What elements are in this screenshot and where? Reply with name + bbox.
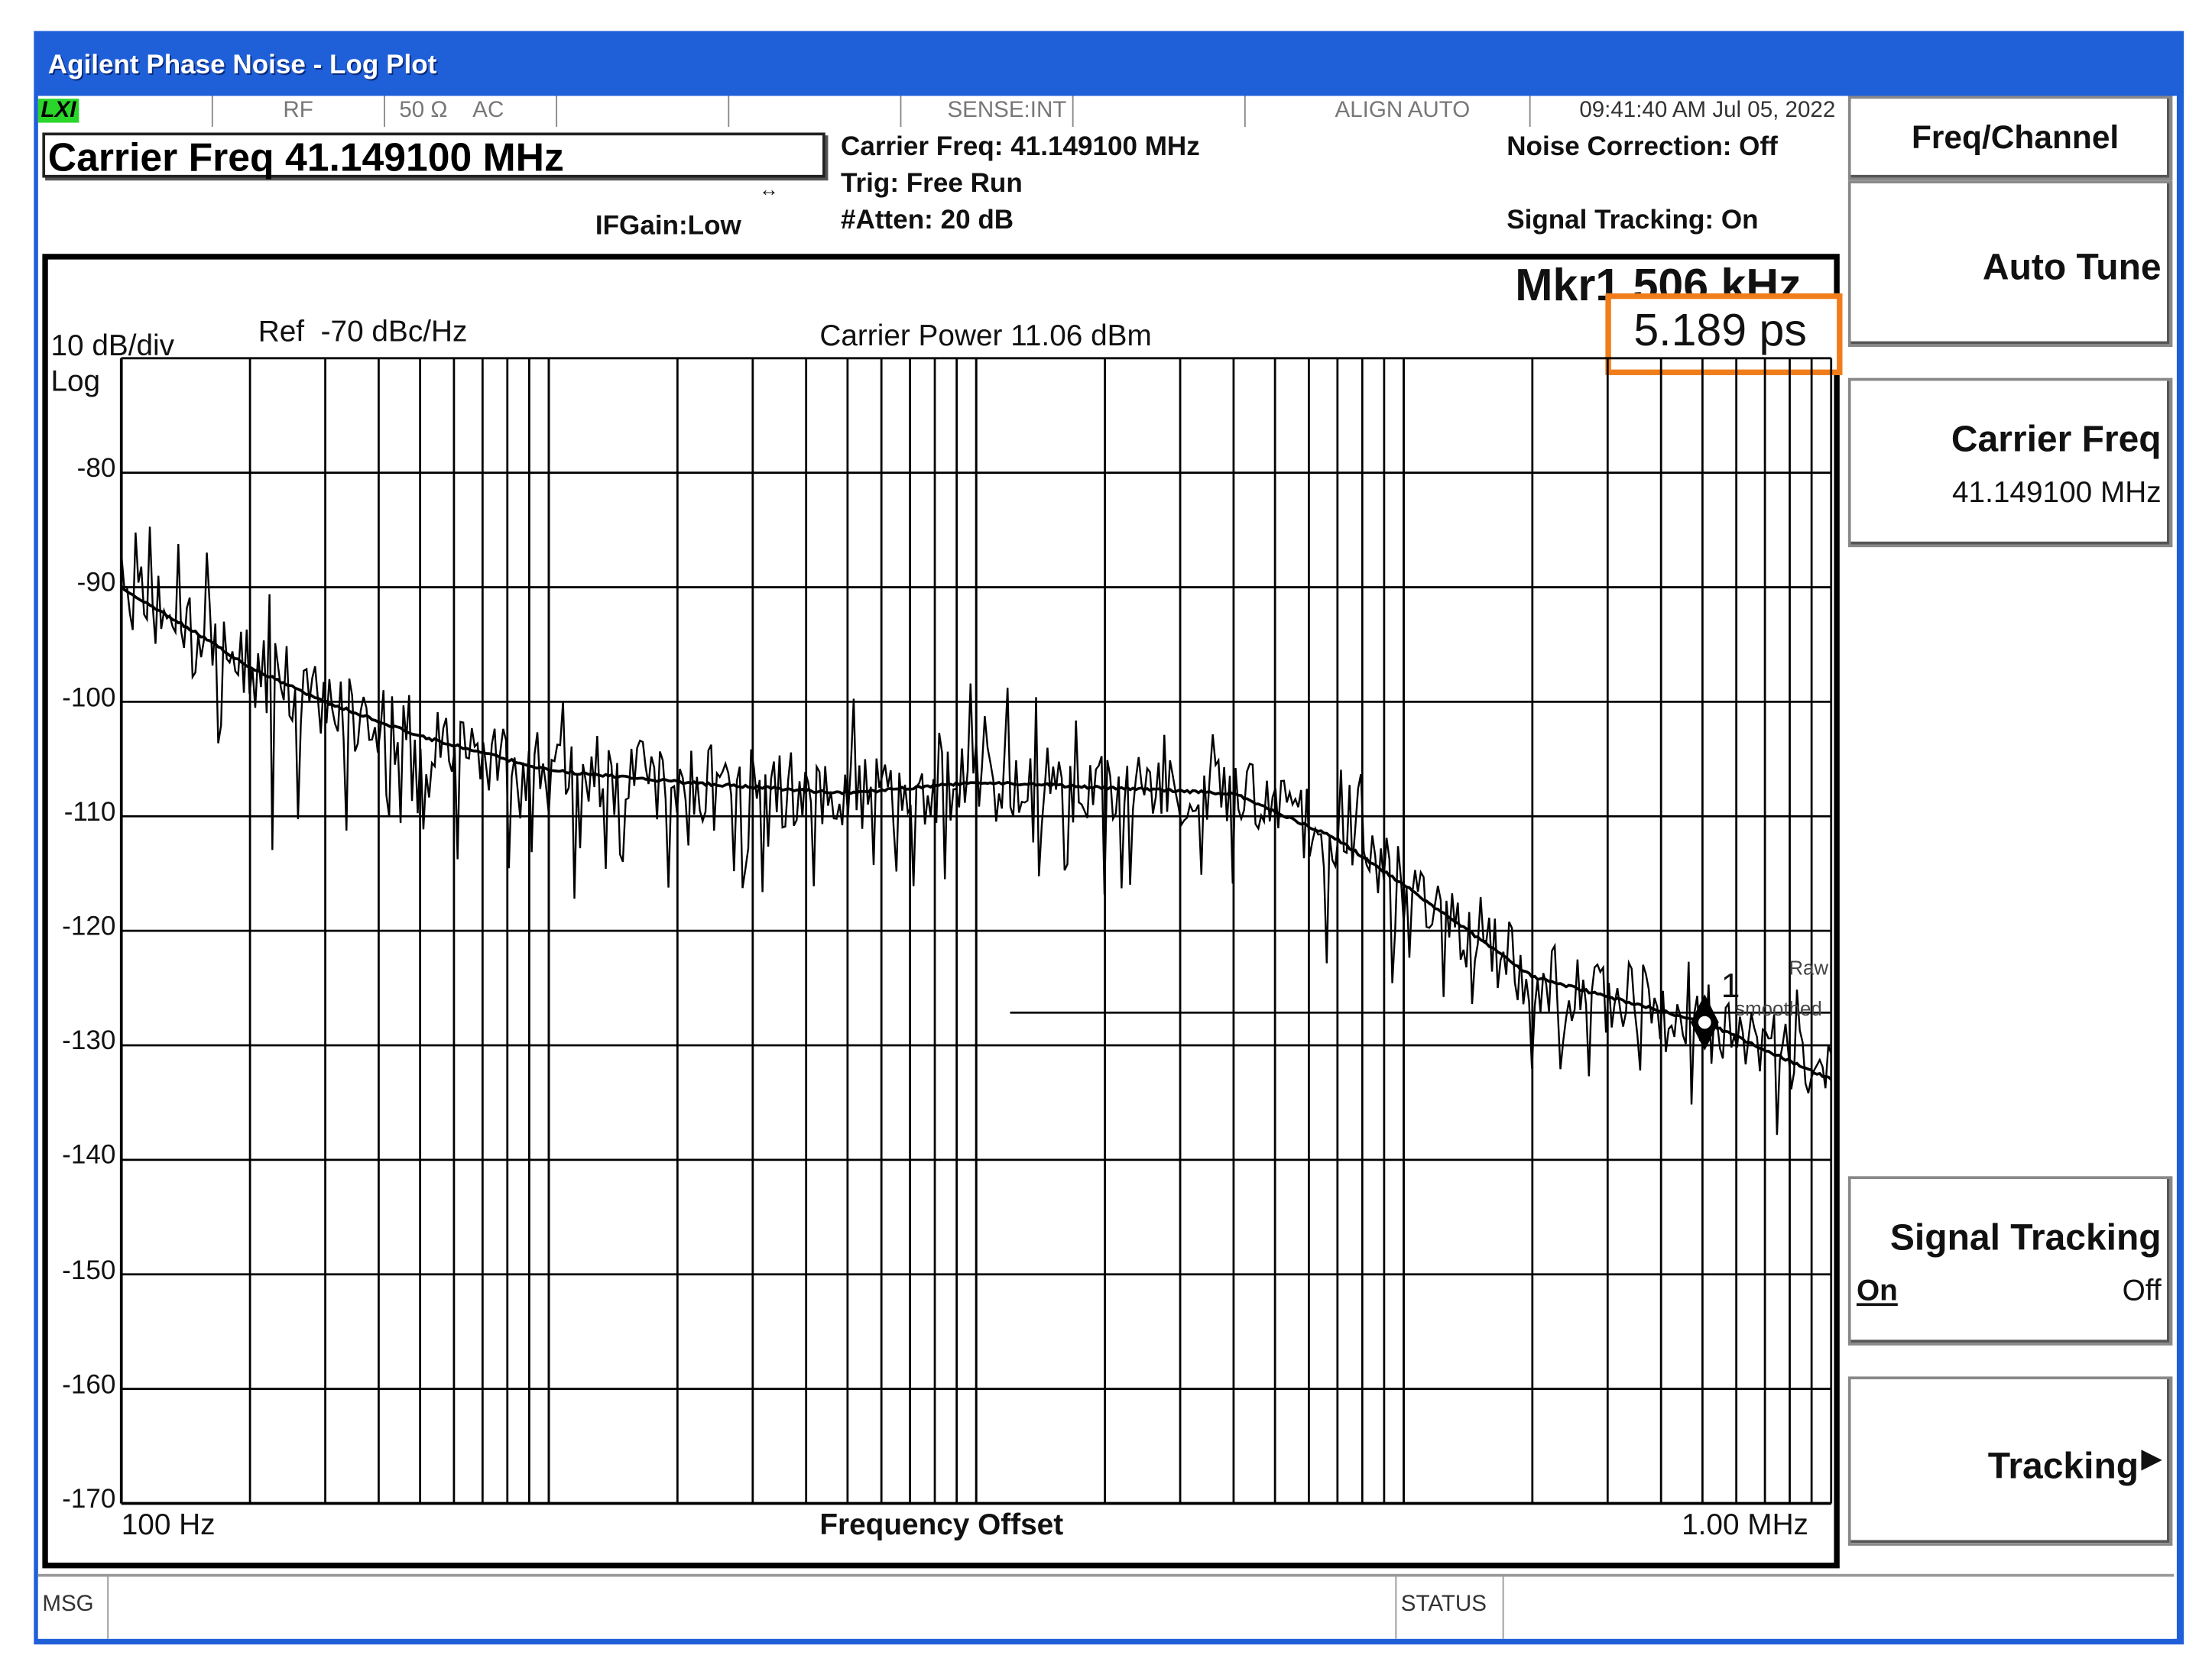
status-bar: MSG STATUS: [37, 1573, 2175, 1639]
status-label: STATUS: [1395, 1576, 1504, 1639]
softkey-auto-tune[interactable]: Auto Tune: [1847, 180, 2173, 348]
softkey-carrier-freq[interactable]: Carrier Freq 41.149100 MHz: [1847, 377, 2173, 548]
signal-tracking-off[interactable]: Off: [2123, 1275, 2162, 1309]
x-stop-label: 1.00 MHz: [1682, 1508, 1808, 1542]
x-start-label: 100 Hz: [121, 1508, 216, 1542]
marker-1-icon[interactable]: [1690, 994, 1719, 1051]
x-axis-label: Frequency Offset: [819, 1508, 1064, 1542]
msg-label: MSG: [38, 1576, 109, 1639]
raw-trace-label: Raw: [1789, 956, 1829, 979]
smoothed-trace-label: smoothed: [1735, 996, 1822, 1020]
submenu-arrow-icon: ▶: [2142, 1443, 2162, 1472]
softkey-tracking[interactable]: Tracking ▶: [1847, 1376, 2173, 1546]
softkey-menu-title: Freq/Channel: [1847, 96, 2173, 181]
softkey-signal-tracking[interactable]: Signal Tracking On Off: [1847, 1176, 2173, 1346]
signal-tracking-on[interactable]: On: [1857, 1275, 1898, 1309]
marker-center: [1698, 1016, 1711, 1029]
